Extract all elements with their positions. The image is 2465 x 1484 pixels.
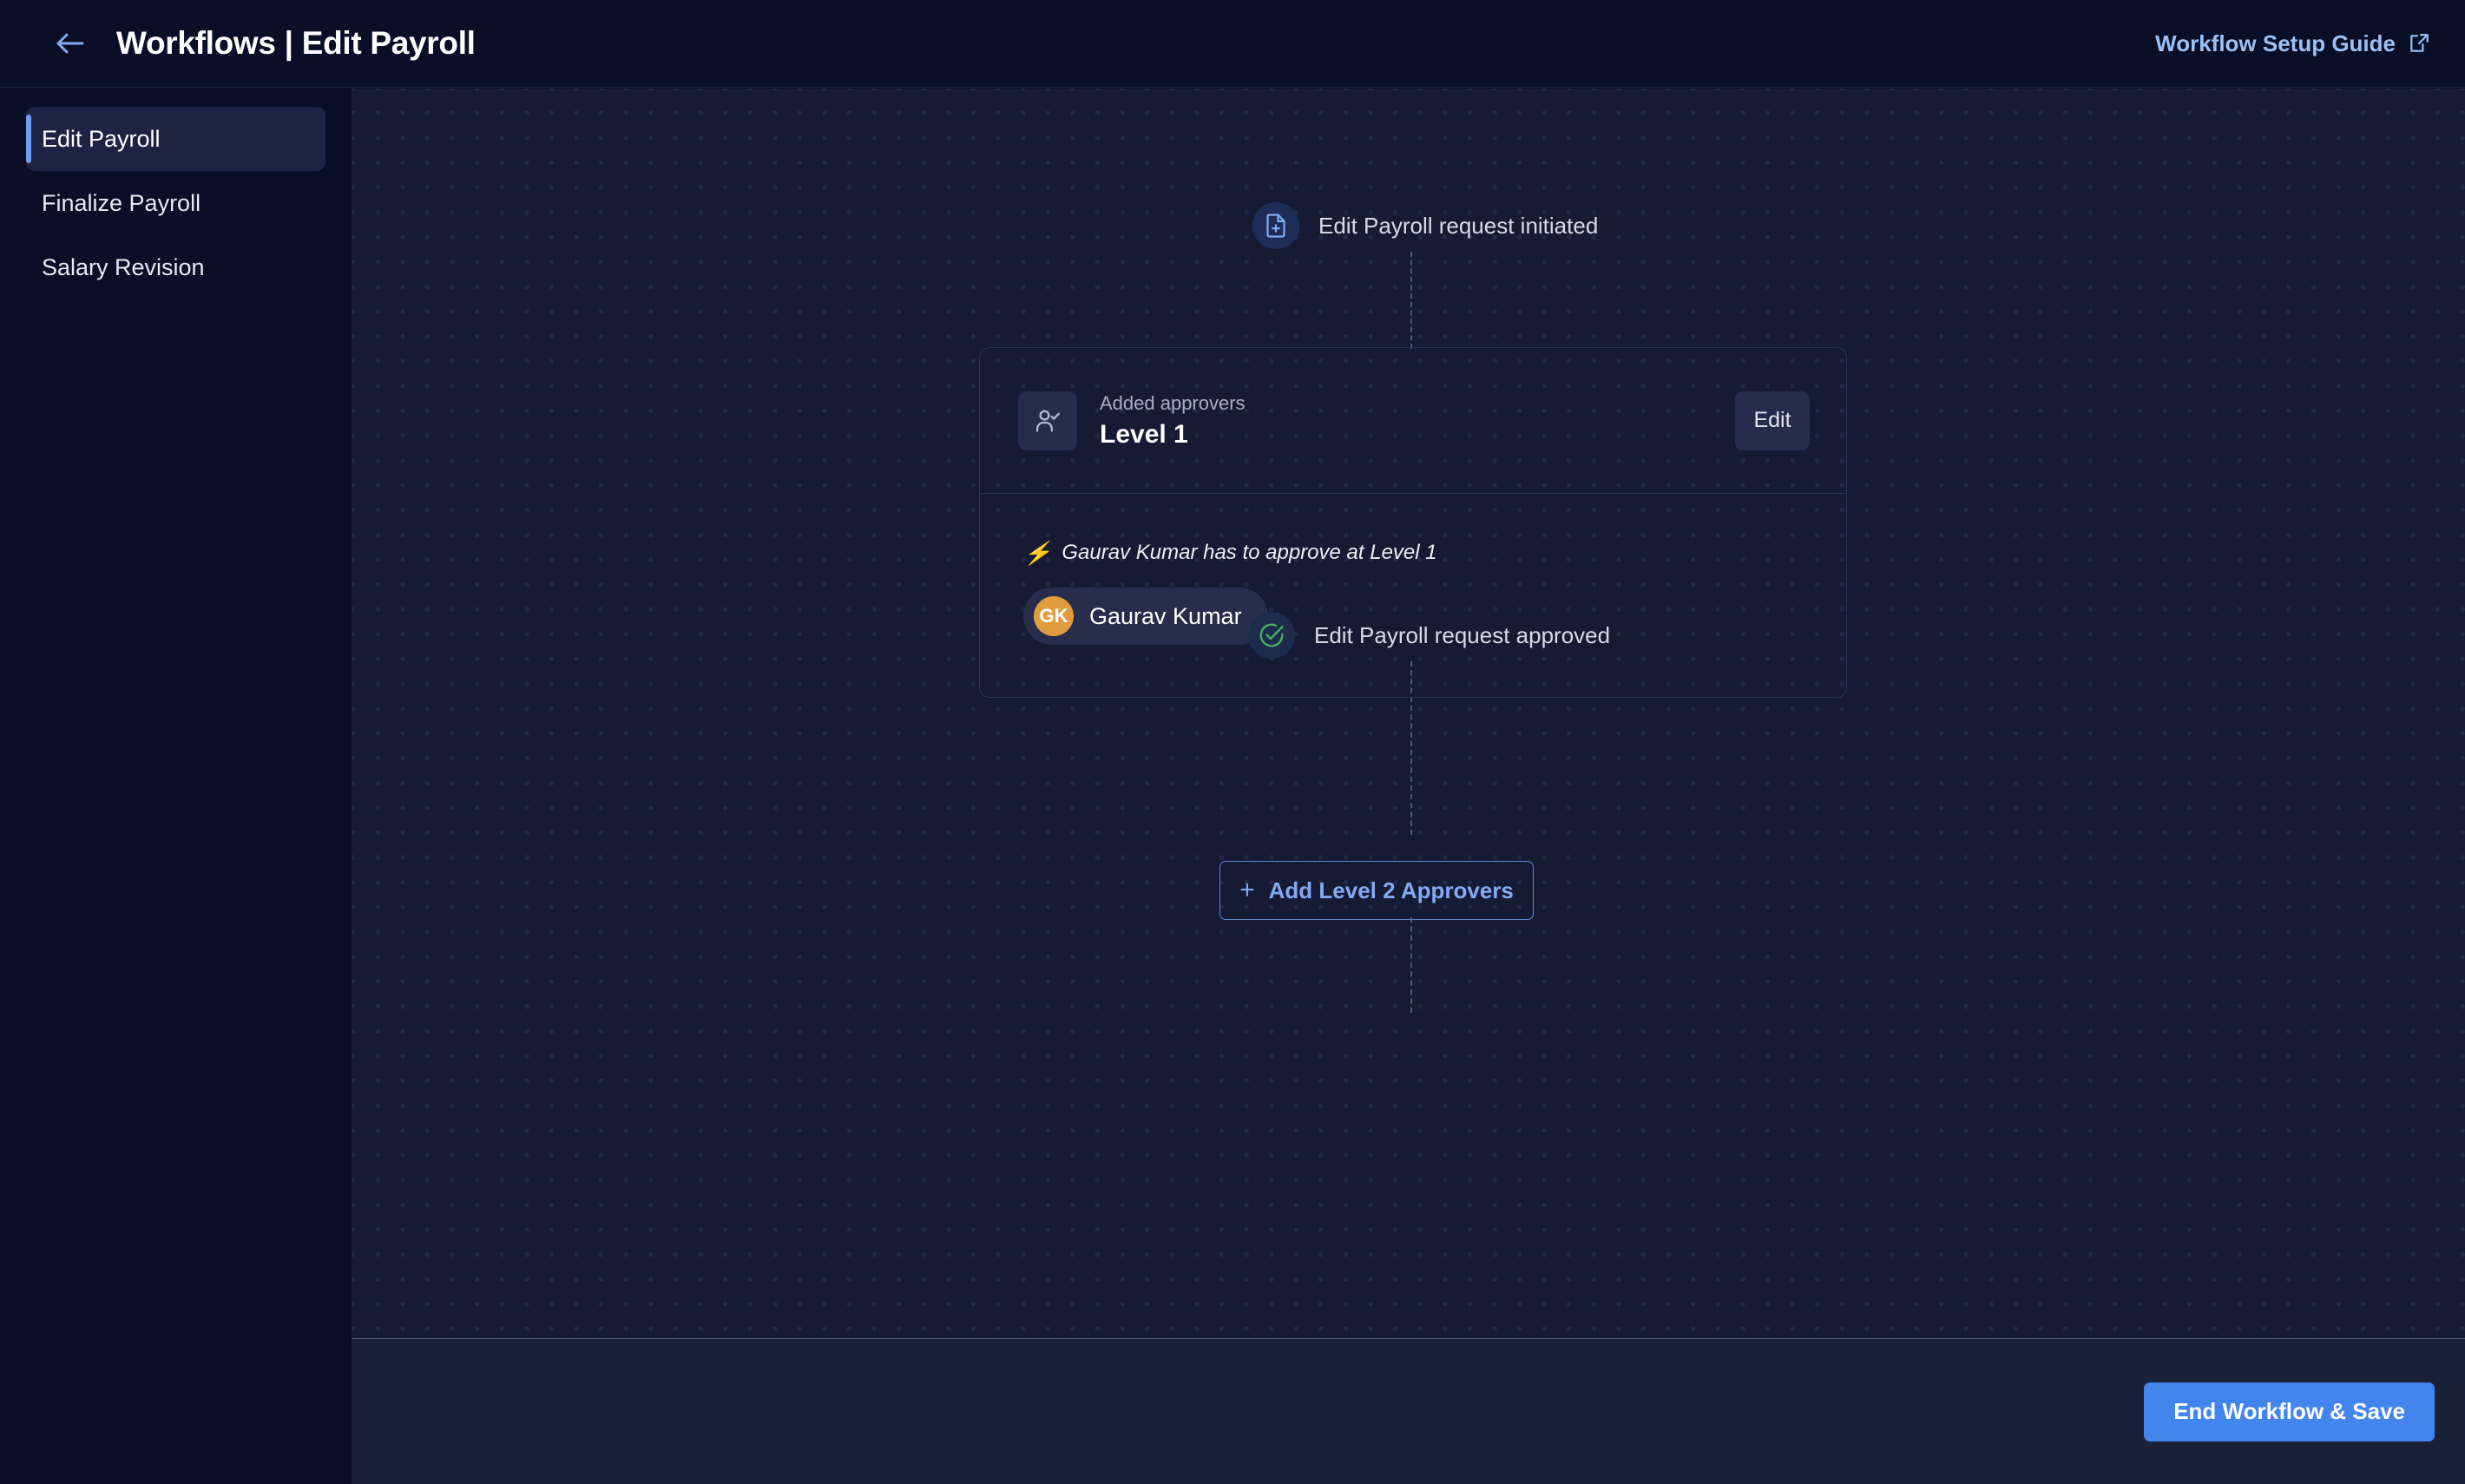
approver-name: Gaurav Kumar <box>1089 602 1242 629</box>
node-label: Edit Payroll request approved <box>1314 621 1611 648</box>
sidebar-item-label: Finalize Payroll <box>42 189 201 216</box>
workflow-node-request-initiated: Edit Payroll request initiated <box>1252 200 1598 252</box>
footer-bar: End Workflow & Save <box>352 1338 2465 1484</box>
user-check-icon <box>1035 410 1060 431</box>
end-workflow-and-save-button[interactable]: End Workflow & Save <box>2144 1382 2435 1441</box>
workflow-canvas[interactable]: Edit Payroll request initiated Added app… <box>352 89 2465 1338</box>
add-level-2-approvers-button[interactable]: + Add Level 2 Approvers <box>1219 861 1534 920</box>
arrow-left-icon <box>56 33 84 54</box>
approver-card-body: ⚡ Gaurav Kumar has to approve at Level 1… <box>980 494 1846 697</box>
add-level-label: Add Level 2 Approvers <box>1268 877 1514 903</box>
file-plus-icon <box>1266 213 1285 238</box>
sidebar-item-finalize-payroll[interactable]: Finalize Payroll <box>26 171 325 235</box>
approver-card-title: Level 1 <box>1100 419 1188 449</box>
check-circle-badge <box>1248 612 1295 659</box>
approver-card-kicker: Added approvers <box>1100 391 1246 414</box>
external-link-icon <box>2410 34 2429 52</box>
page-title: Workflows | Edit Payroll <box>116 25 476 61</box>
plus-icon: + <box>1239 876 1255 904</box>
sidebar-item-label: Edit Payroll <box>42 125 161 152</box>
file-plus-badge <box>1252 202 1299 249</box>
workflow-editor-page: Workflows | Edit Payroll Workflow Setup … <box>0 0 2465 1484</box>
workflow-sidebar: Edit Payroll Finalize Payroll Salary Rev… <box>0 88 352 1484</box>
check-circle-icon <box>1259 623 1284 647</box>
approver-chip-gaurav-kumar[interactable]: GK Gaurav Kumar <box>1023 588 1268 645</box>
approval-rule-text-row: ⚡ Gaurav Kumar has to approve at Level 1 <box>1023 541 1846 565</box>
back-button[interactable] <box>43 16 97 70</box>
workflow-setup-guide-link[interactable]: Workflow Setup Guide <box>2155 30 2430 57</box>
approval-rule-text: Gaurav Kumar has to approve at Level 1 <box>1062 541 1437 564</box>
approver-card-texts: Added approvers Level 1 <box>1100 392 1246 450</box>
approver-card-header: Added approvers Level 1 Edit <box>980 348 1846 494</box>
sidebar-item-salary-revision[interactable]: Salary Revision <box>26 235 325 299</box>
workflow-setup-guide-label: Workflow Setup Guide <box>2155 30 2396 56</box>
connector-line-start-to-card <box>1410 252 1412 349</box>
user-check-icon-box <box>1018 391 1077 450</box>
node-label: Edit Payroll request initiated <box>1318 212 1599 239</box>
edit-approvers-button[interactable]: Edit <box>1735 391 1810 450</box>
app-header: Workflows | Edit Payroll Workflow Setup … <box>0 0 2465 88</box>
workflow-node-request-approved: Edit Payroll request approved <box>1248 609 1610 661</box>
sidebar-item-label: Salary Revision <box>42 253 205 280</box>
lightning-bolt-icon: ⚡ <box>1023 540 1052 566</box>
avatar: GK <box>1034 596 1074 636</box>
connector-line-add-level-to-end <box>1410 917 1412 1013</box>
sidebar-item-edit-payroll[interactable]: Edit Payroll <box>26 107 325 171</box>
